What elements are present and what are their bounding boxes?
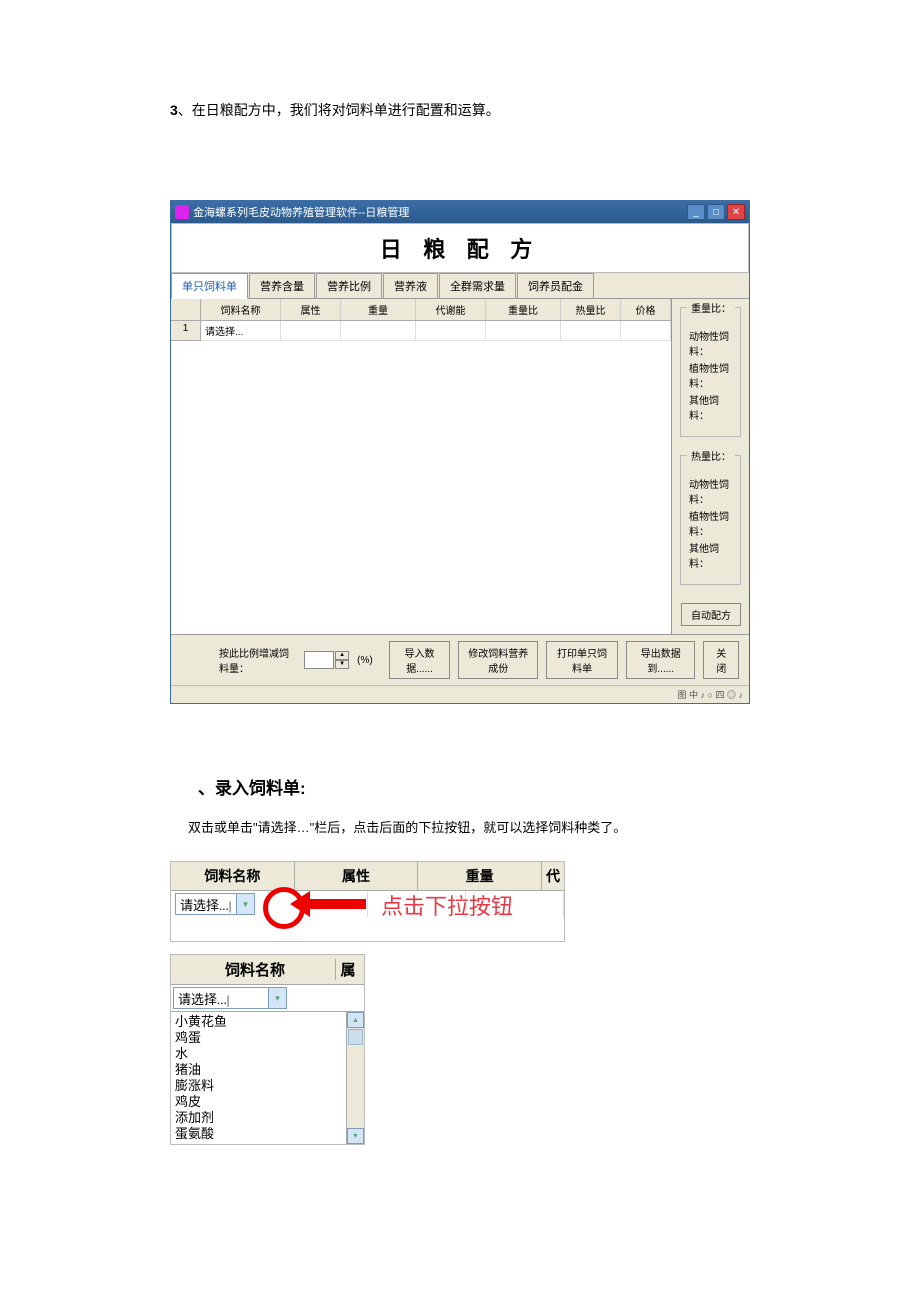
col-feed-name: 饲料名称 — [201, 299, 281, 320]
intro-text: 3、在日粮配方中，我们将对饲料单进行配置和运算。 — [170, 100, 750, 120]
dropdown-button[interactable]: ▾ — [236, 894, 254, 914]
heat-ratio-group: 热量比： 动物性饲料： 植物性饲料： 其他饲料： — [680, 455, 741, 585]
snippet1-col-weight: 重量 — [418, 862, 542, 890]
weight-animal: 动物性饲料： — [689, 328, 732, 358]
tab-nutrition-ratio[interactable]: 营养比例 — [316, 273, 382, 298]
combo-snippet-1: 饲料名称 属性 重量 代 ▾ 点击下拉按钮 — [170, 861, 565, 942]
annotation-arrow — [306, 899, 366, 909]
page-title: 日 粮 配 方 — [171, 223, 749, 273]
table-row[interactable]: 1 请选择... — [171, 321, 671, 341]
weight-ratio-group: 重量比： 动物性饲料： 植物性饲料： 其他饲料： — [680, 307, 741, 437]
adjust-percent-input[interactable] — [304, 651, 334, 669]
col-heat-ratio: 热量比 — [561, 299, 621, 320]
percent-unit: (%) — [357, 655, 373, 666]
col-attribute: 属性 — [281, 299, 341, 320]
feed-grid[interactable]: 饲料名称 属性 重量 代谢能 重量比 热量比 价格 1 请选择... — [171, 299, 671, 634]
combo-snippet-2: 饲料名称 属 ▾ 小黄花鱼 鸡蛋 水 猪油 膨涨料 鸡皮 添加剂 蛋氨酸 ▴ — [170, 954, 365, 1145]
window-title: 金海螺系列毛皮动物养殖管理软件--日粮管理 — [193, 204, 409, 220]
option-fish[interactable]: 小黄花鱼 — [175, 1014, 342, 1030]
col-price: 价格 — [621, 299, 671, 320]
cell-feed-name[interactable]: 请选择... — [201, 321, 281, 341]
app-window: 金海螺系列毛皮动物养殖管理软件--日粮管理 _ □ ✕ 日 粮 配 方 单只饲料… — [170, 200, 750, 704]
option-methionine[interactable]: 蛋氨酸 — [175, 1126, 342, 1142]
status-bar: 图 中 ♪ ○ 四 ◎ ♪ — [171, 685, 749, 703]
adjust-label: 按此比例增减饲料量： — [219, 645, 296, 675]
weight-other: 其他饲料： — [689, 392, 732, 422]
section-description: 双击或单击"请选择…"栏后，点击后面的下拉按钮，就可以选择饲料种类了。 — [188, 817, 750, 836]
snippet2-col-attr: 属 — [336, 959, 360, 980]
close-button[interactable]: 关 闭 — [703, 641, 739, 679]
modify-nutrition-button[interactable]: 修改饲料营养成份 — [458, 641, 538, 679]
tab-nutrition-content[interactable]: 营养含量 — [249, 273, 315, 298]
spin-down-button[interactable]: ▼ — [335, 660, 349, 669]
option-egg[interactable]: 鸡蛋 — [175, 1030, 342, 1046]
step-number: 3 — [170, 102, 178, 118]
scroll-thumb[interactable] — [348, 1029, 363, 1045]
option-additive[interactable]: 添加剂 — [175, 1110, 342, 1126]
tab-keeper-config[interactable]: 饲养员配金 — [517, 273, 594, 298]
heat-animal: 动物性饲料： — [689, 476, 732, 506]
import-button[interactable]: 导入数据...... — [389, 641, 451, 679]
snippet1-col-attr: 属性 — [295, 862, 419, 890]
app-icon — [175, 205, 189, 219]
dropdown-button-2[interactable]: ▾ — [268, 988, 286, 1008]
option-puff[interactable]: 膨涨料 — [175, 1078, 342, 1094]
feed-select-input-2[interactable] — [174, 988, 268, 1008]
auto-formula-button[interactable]: 自动配方 — [681, 603, 741, 626]
print-button[interactable]: 打印单只饲料单 — [546, 641, 618, 679]
feed-select-input[interactable] — [176, 894, 236, 914]
close-window-button[interactable]: ✕ — [727, 204, 745, 220]
weight-plant: 植物性饲料： — [689, 360, 732, 390]
col-weight-ratio: 重量比 — [486, 299, 561, 320]
snippet2-col-name: 饲料名称 — [175, 959, 336, 980]
maximize-button[interactable]: □ — [707, 204, 725, 220]
side-panel: 重量比： 动物性饲料： 植物性饲料： 其他饲料： 热量比： 动物性饲料： 植物性… — [671, 299, 749, 634]
heat-plant: 植物性饲料： — [689, 508, 732, 538]
annotation-text: 点击下拉按钮 — [381, 889, 513, 921]
section-title: 、录入饲料单: — [198, 774, 750, 799]
window-titlebar[interactable]: 金海螺系列毛皮动物养殖管理软件--日粮管理 _ □ ✕ — [171, 201, 749, 223]
scrollbar[interactable]: ▴ ▾ — [346, 1012, 364, 1144]
col-weight: 重量 — [341, 299, 416, 320]
col-metabolic-energy: 代谢能 — [416, 299, 486, 320]
grid-header: 饲料名称 属性 重量 代谢能 重量比 热量比 价格 — [171, 299, 671, 321]
option-water[interactable]: 水 — [175, 1046, 342, 1062]
option-lard[interactable]: 猪油 — [175, 1062, 342, 1078]
minimize-button[interactable]: _ — [687, 204, 705, 220]
heat-other: 其他饲料： — [689, 540, 732, 570]
option-chicken-skin[interactable]: 鸡皮 — [175, 1094, 342, 1110]
dropdown-list[interactable]: 小黄花鱼 鸡蛋 水 猪油 膨涨料 鸡皮 添加剂 蛋氨酸 — [171, 1012, 346, 1144]
tab-group-demand[interactable]: 全群需求量 — [439, 273, 516, 298]
export-button[interactable]: 导出数据到...... — [626, 641, 695, 679]
snippet1-col-name: 饲料名称 — [171, 862, 295, 890]
tab-nutrition-liquid[interactable]: 营养液 — [383, 273, 438, 298]
tab-bar: 单只饲料单 营养含量 营养比例 营养液 全群需求量 饲养员配金 — [171, 273, 749, 299]
spin-up-button[interactable]: ▲ — [335, 651, 349, 660]
bottom-bar: 按此比例增减饲料量： ▲ ▼ (%) 导入数据...... 修改饲料营养成份 打… — [171, 634, 749, 685]
row-number: 1 — [171, 321, 201, 341]
tab-feed-single[interactable]: 单只饲料单 — [171, 273, 248, 299]
scroll-down-button[interactable]: ▾ — [347, 1128, 364, 1144]
snippet1-col-extra: 代 — [542, 862, 564, 890]
scroll-up-button[interactable]: ▴ — [347, 1012, 364, 1028]
